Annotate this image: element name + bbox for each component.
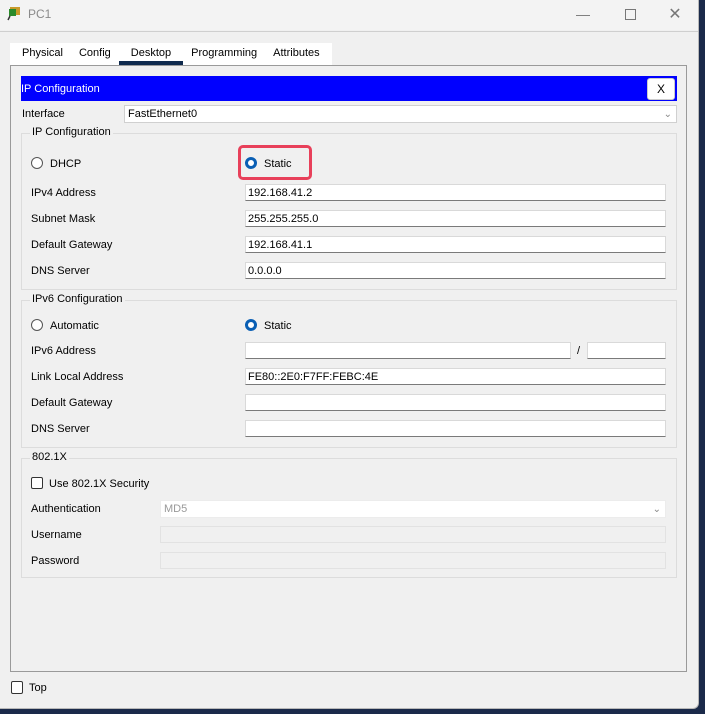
close-window-button[interactable]: ✕ <box>652 0 698 28</box>
window-title: PC1 <box>28 7 52 21</box>
static-highlight-box <box>238 145 312 180</box>
pc1-window: PC1 — ✕ Physical Config Desktop Programm… <box>0 0 699 709</box>
link-local-input[interactable]: FE80::2E0:F7FF:FEBC:4E <box>245 368 666 385</box>
tab-programming[interactable]: Programming <box>183 43 265 65</box>
ipv6-dns-input[interactable] <box>245 420 666 437</box>
maximize-button[interactable] <box>607 0 653 28</box>
ip-config-title: IP Configuration <box>21 83 100 95</box>
ipv6-gateway-input[interactable] <box>245 394 666 411</box>
ipv4-dns-label: DNS Server <box>31 265 90 277</box>
ip-config-close-button[interactable]: X <box>647 78 675 100</box>
ipv6-static-label: Static <box>264 320 292 332</box>
ipv6-address-input[interactable] <box>245 342 571 359</box>
dhcp-radio[interactable] <box>31 157 43 169</box>
ipv4-address-label: IPv4 Address <box>31 187 96 199</box>
ipv4-gateway-label: Default Gateway <box>31 239 113 251</box>
ipv4-address-input[interactable]: 192.168.41.2 <box>245 184 666 201</box>
tab-physical[interactable]: Physical <box>14 43 71 65</box>
minimize-icon: — <box>576 6 590 22</box>
minimize-button[interactable]: — <box>560 0 606 28</box>
ipv6-address-label: IPv6 Address <box>31 345 96 357</box>
password-input[interactable] <box>160 552 666 569</box>
chevron-down-icon: ⌄ <box>652 504 661 515</box>
automatic-label: Automatic <box>50 320 99 332</box>
ip-config-header: IP Configuration X <box>21 76 677 101</box>
authentication-label: Authentication <box>31 503 101 515</box>
ipv6-prefix-input[interactable] <box>587 342 666 359</box>
interface-value: FastEthernet0 <box>128 108 198 120</box>
tab-config[interactable]: Config <box>71 43 119 65</box>
prefix-separator: / <box>577 345 581 357</box>
ipv4-dns-input[interactable]: 0.0.0.0 <box>245 262 666 279</box>
use-dot1x-label: Use 802.1X Security <box>49 478 150 490</box>
maximize-icon <box>624 8 636 20</box>
top-checkbox[interactable] <box>11 681 23 694</box>
authentication-select[interactable]: MD5 ⌄ <box>160 500 666 518</box>
tab-desktop[interactable]: Desktop <box>118 43 184 65</box>
title-bar[interactable]: PC1 — ✕ <box>0 0 698 30</box>
password-label: Password <box>31 555 80 567</box>
packet-tracer-pc-icon <box>7 7 20 21</box>
chevron-down-icon: ⌄ <box>663 109 672 120</box>
automatic-radio[interactable] <box>31 319 43 331</box>
subnet-mask-label: Subnet Mask <box>31 213 96 225</box>
link-local-label: Link Local Address <box>31 371 124 383</box>
tab-attributes[interactable]: Attributes <box>265 43 327 65</box>
dot1x-legend: 802.1X <box>30 451 69 463</box>
interface-label: Interface <box>22 108 65 120</box>
ipv6-static-radio[interactable] <box>245 319 257 331</box>
close-icon: ✕ <box>668 6 682 23</box>
username-input[interactable] <box>160 526 666 543</box>
authentication-value: MD5 <box>164 503 188 515</box>
dhcp-label: DHCP <box>50 158 82 170</box>
ipv4-gateway-input[interactable]: 192.168.41.1 <box>245 236 666 253</box>
frame-divider <box>0 31 698 32</box>
ipv6-gateway-label: Default Gateway <box>31 397 113 409</box>
ipv4-config-legend: IP Configuration <box>30 126 113 138</box>
use-dot1x-checkbox[interactable] <box>31 477 43 489</box>
tab-bar: Physical Config Desktop Programming Attr… <box>10 43 332 65</box>
ipv6-config-legend: IPv6 Configuration <box>30 293 125 305</box>
ipv6-dns-label: DNS Server <box>31 423 90 435</box>
interface-select[interactable]: FastEthernet0 ⌄ <box>124 105 677 123</box>
subnet-mask-input[interactable]: 255.255.255.0 <box>245 210 666 227</box>
top-label: Top <box>29 682 47 694</box>
username-label: Username <box>31 529 82 541</box>
